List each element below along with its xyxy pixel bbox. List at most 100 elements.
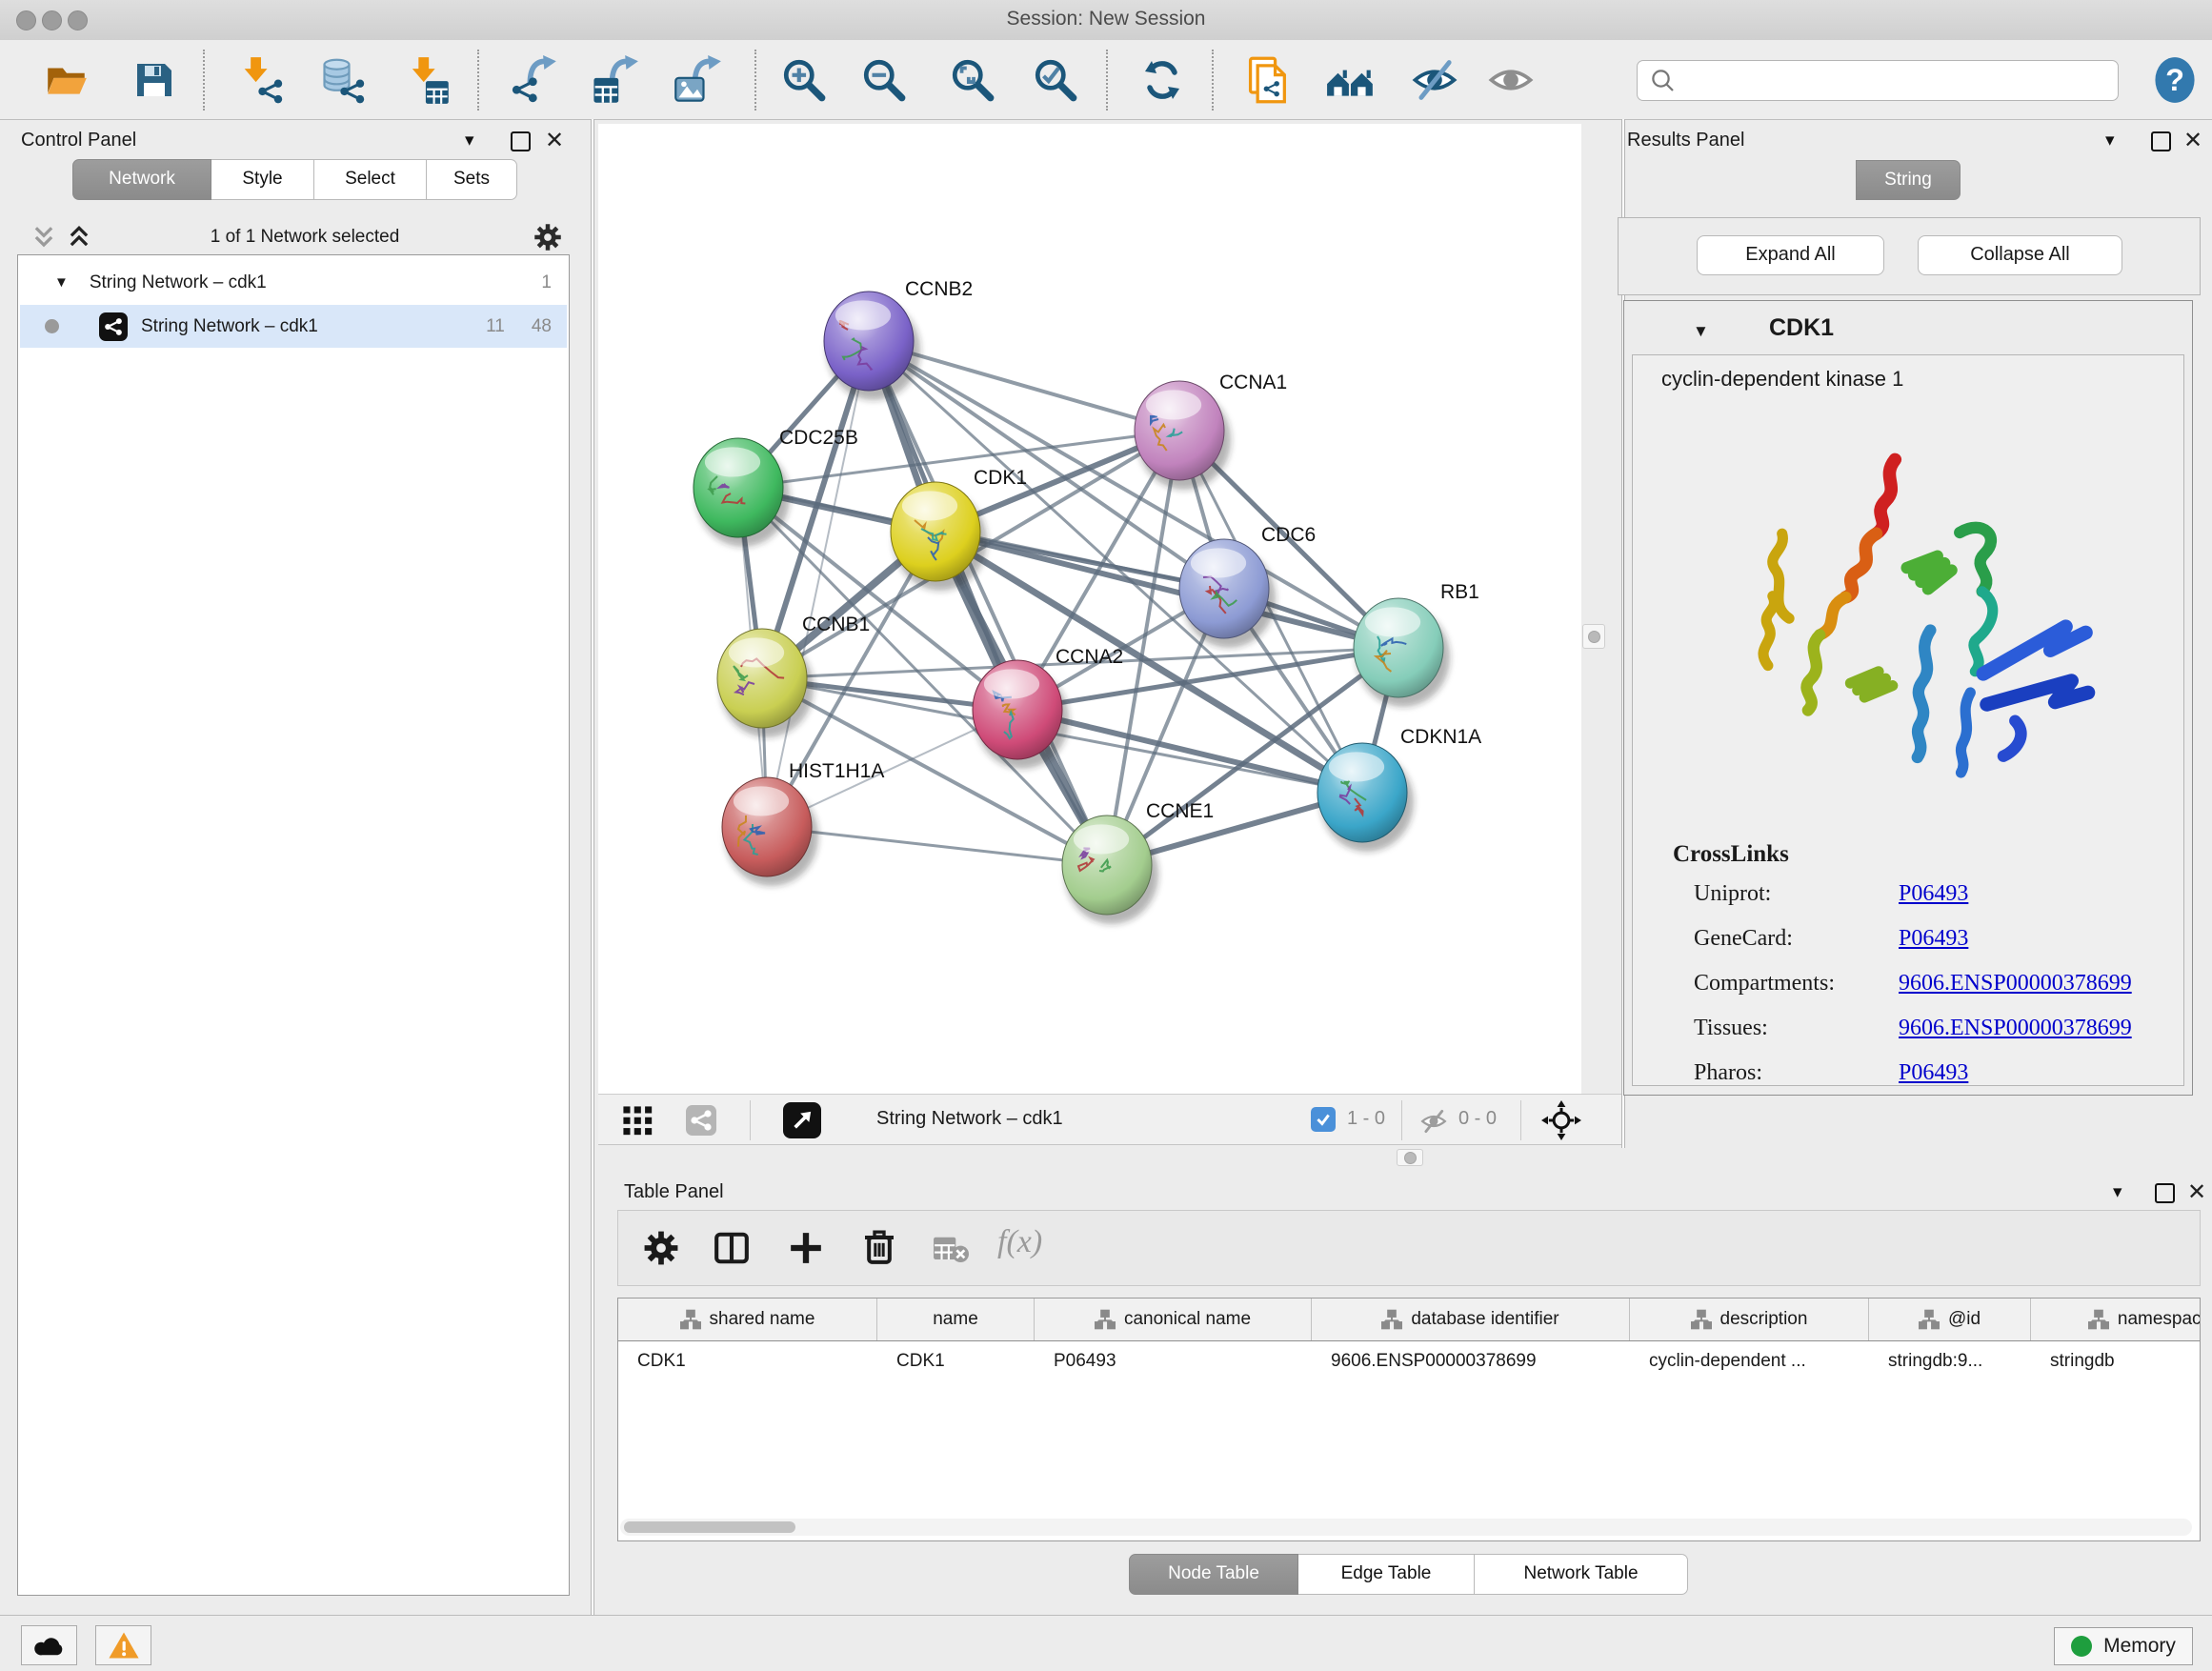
- cloud-status-button[interactable]: [21, 1625, 77, 1665]
- add-column-plus-icon[interactable]: [788, 1230, 824, 1266]
- export-network-button[interactable]: [507, 53, 560, 107]
- show-results-button[interactable]: [1484, 53, 1538, 107]
- export-image-button[interactable]: [671, 53, 724, 107]
- pan-crosshair-icon[interactable]: [1541, 1100, 1581, 1140]
- splitter-grip[interactable]: [1582, 624, 1605, 649]
- edge-CCNB2-HIST1H1A[interactable]: [767, 341, 869, 827]
- column-header-description[interactable]: description: [1630, 1299, 1869, 1340]
- tab-string[interactable]: String: [1856, 160, 1961, 200]
- column-header-namespace[interactable]: namespace: [2031, 1299, 2201, 1340]
- column-header-name[interactable]: name: [877, 1299, 1035, 1340]
- network-overview-icon[interactable]: [686, 1105, 716, 1136]
- tab-network[interactable]: Network: [72, 159, 211, 200]
- crosslink-row: Uniprot:P06493: [1694, 881, 2170, 907]
- toolbar-separator: [1212, 50, 1214, 111]
- table-cell[interactable]: P06493: [1035, 1341, 1312, 1381]
- network-tree: ▼ String Network – cdk1 1 String Network…: [17, 254, 570, 1596]
- table-panel-menu-caret[interactable]: ▾: [2113, 1181, 2122, 1203]
- horizontal-splitter-grip[interactable]: [1397, 1149, 1423, 1166]
- zoom-out-button[interactable]: [857, 53, 911, 107]
- tab-edge-table[interactable]: Edge Table: [1298, 1554, 1475, 1595]
- warning-triangle-icon: [108, 1630, 140, 1661]
- table-cell[interactable]: stringdb:9...: [1869, 1341, 2031, 1381]
- collection-expand-caret[interactable]: ▼: [54, 274, 69, 291]
- crosslink-value-link[interactable]: P06493: [1899, 926, 1968, 952]
- tab-network-table[interactable]: Network Table: [1475, 1554, 1688, 1595]
- import-table-file-button[interactable]: [400, 53, 453, 107]
- tab-sets[interactable]: Sets: [427, 159, 517, 200]
- table-panel-close-button[interactable]: ✕: [2187, 1178, 2206, 1206]
- node-CDKN1A[interactable]: CDKN1A: [1317, 726, 1481, 852]
- selected-indicator-checkbox[interactable]: [1311, 1107, 1336, 1132]
- tab-node-table[interactable]: Node Table: [1129, 1554, 1298, 1595]
- control-panel-close-button[interactable]: ✕: [545, 127, 564, 154]
- collapse-all-icon[interactable]: [31, 225, 56, 250]
- hide-results-button[interactable]: [1408, 53, 1461, 107]
- delete-table-icon[interactable]: [933, 1234, 971, 1264]
- table-row[interactable]: CDK1CDK1P064939606.ENSP00000378699cyclin…: [618, 1341, 2200, 1381]
- collapse-all-button[interactable]: Collapse All: [1918, 235, 2122, 275]
- birds-eye-grid-icon[interactable]: [622, 1105, 654, 1137]
- table-cell[interactable]: cyclin-dependent ...: [1630, 1341, 1869, 1381]
- table-cell[interactable]: stringdb: [2031, 1341, 2201, 1381]
- memory-button[interactable]: Memory: [2054, 1627, 2193, 1665]
- table-cell[interactable]: 9606.ENSP00000378699: [1312, 1341, 1630, 1381]
- apply-layout-button[interactable]: [1136, 53, 1189, 107]
- table-options-gear-icon[interactable]: [643, 1230, 679, 1266]
- detach-view-button[interactable]: [783, 1102, 821, 1138]
- scrollbar-thumb[interactable]: [624, 1521, 795, 1533]
- edge-CCNB2-CCNE1[interactable]: [869, 341, 1107, 865]
- table-cell[interactable]: CDK1: [618, 1341, 877, 1381]
- expand-all-button[interactable]: Expand All: [1697, 235, 1884, 275]
- results-panel-float-button[interactable]: [2151, 131, 2171, 151]
- crosslink-value-link[interactable]: 9606.ENSP00000378699: [1899, 971, 2132, 997]
- table-horizontal-scrollbar[interactable]: [620, 1519, 2192, 1536]
- crosslink-value-link[interactable]: 9606.ENSP00000378699: [1899, 1016, 2132, 1041]
- column-header--id[interactable]: @id: [1869, 1299, 2031, 1340]
- string-import-button[interactable]: [1241, 53, 1295, 107]
- crosslink-value-link[interactable]: P06493: [1899, 881, 1968, 907]
- network-row-selected[interactable]: String Network – cdk1 11 48: [20, 305, 567, 348]
- open-session-button[interactable]: [40, 53, 93, 107]
- save-session-button[interactable]: [127, 53, 180, 107]
- application-window: Session: New Session: [0, 0, 2212, 1671]
- tab-style[interactable]: Style: [211, 159, 314, 200]
- import-network-database-button[interactable]: [316, 53, 370, 107]
- search-input[interactable]: [1683, 70, 2118, 92]
- import-network-file-button[interactable]: [234, 53, 288, 107]
- zoom-in-button[interactable]: [777, 53, 831, 107]
- network-options-gear-icon[interactable]: [533, 223, 562, 252]
- delete-column-trash-icon[interactable]: [860, 1228, 898, 1266]
- node-HIST1H1A[interactable]: HIST1H1A: [722, 760, 884, 886]
- show-columns-icon[interactable]: [714, 1230, 750, 1266]
- tab-select[interactable]: Select: [314, 159, 427, 200]
- shared-column-icon: [680, 1309, 701, 1330]
- control-panel-menu-caret[interactable]: ▾: [465, 130, 474, 151]
- control-panel-float-button[interactable]: [511, 131, 531, 151]
- column-header-database-identifier[interactable]: database identifier: [1312, 1299, 1630, 1340]
- results-panel-menu-caret[interactable]: ▾: [2105, 130, 2115, 151]
- network-collection-row[interactable]: ▼ String Network – cdk1 1: [20, 261, 567, 304]
- results-panel-close-button[interactable]: ✕: [2183, 127, 2202, 154]
- network-canvas[interactable]: CCNB2CCNA1CDC25BCDK1CDC6RB1CCNB1CCNA2CDK…: [598, 124, 1581, 1094]
- node-section-caret[interactable]: ▼: [1693, 322, 1709, 341]
- export-table-button[interactable]: [588, 53, 641, 107]
- column-header-canonical-name[interactable]: canonical name: [1035, 1299, 1312, 1340]
- node-RB1[interactable]: RB1: [1354, 581, 1479, 707]
- search-field[interactable]: [1637, 60, 2119, 101]
- crosslink-value-link[interactable]: P06493: [1899, 1060, 1968, 1086]
- node-CCNB2[interactable]: CCNB2: [824, 278, 973, 400]
- warning-status-button[interactable]: [95, 1625, 151, 1665]
- expand-all-icon[interactable]: [67, 225, 91, 250]
- table-panel-float-button[interactable]: [2155, 1183, 2175, 1203]
- panel-divider[interactable]: [591, 119, 594, 1615]
- node-CCNA1[interactable]: CCNA1: [1135, 372, 1287, 490]
- string-home-button[interactable]: [1324, 53, 1377, 107]
- help-button[interactable]: ?: [2148, 53, 2202, 107]
- zoom-selected-button[interactable]: [1029, 53, 1082, 107]
- zoom-fit-button[interactable]: [946, 53, 999, 107]
- function-builder-fx-icon[interactable]: f(x): [997, 1224, 1042, 1260]
- network-results-splitter[interactable]: [1581, 124, 1621, 1094]
- table-cell[interactable]: CDK1: [877, 1341, 1035, 1381]
- column-header-shared-name[interactable]: shared name: [618, 1299, 877, 1340]
